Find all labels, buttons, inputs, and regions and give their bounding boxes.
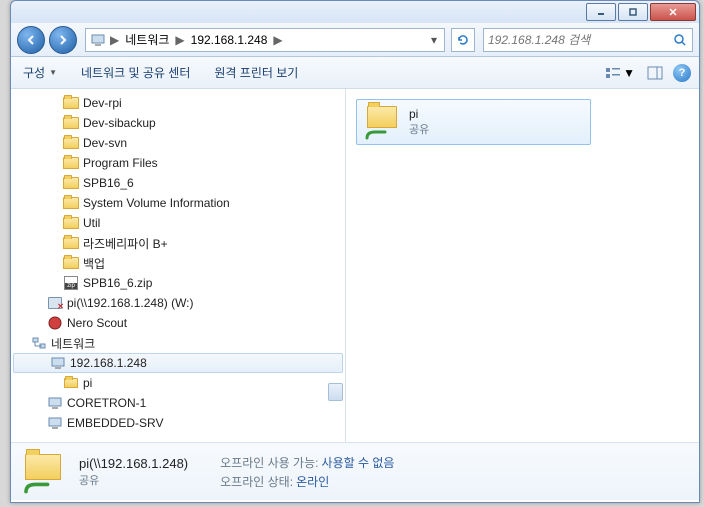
refresh-button[interactable] — [451, 28, 475, 52]
chevron-down-icon: ▼ — [49, 68, 57, 77]
folder-icon — [63, 215, 79, 231]
tree-item[interactable]: 네트워크 — [11, 333, 345, 353]
share-folder-icon — [23, 450, 67, 494]
forward-button[interactable] — [49, 26, 77, 54]
tree-item-label: Dev-svn — [83, 136, 127, 150]
network-center-label: 네트워크 및 공유 센터 — [81, 64, 190, 81]
computer-icon — [50, 355, 66, 371]
view-mode-button[interactable]: ▼ — [603, 64, 637, 82]
content-pane[interactable]: pi 공유 — [346, 89, 699, 442]
tree-item-label: Nero Scout — [67, 316, 127, 330]
close-button[interactable] — [650, 3, 696, 21]
remote-printers-button[interactable]: 원격 프린터 보기 — [210, 62, 302, 83]
tree-item[interactable]: Util — [11, 213, 345, 233]
body: Dev-rpi Dev-sibackup Dev-svn Program Files S… — [11, 89, 699, 442]
offline-state-key: 오프라인 상태: — [220, 475, 293, 489]
share-item-pi[interactable]: pi 공유 — [356, 99, 591, 145]
tree-item-label: Dev-sibackup — [83, 116, 156, 130]
tree-item[interactable]: EMBEDDED-SRV — [11, 413, 345, 433]
tree-item[interactable]: pi — [11, 373, 345, 393]
address-dropdown[interactable]: ▾ — [426, 33, 442, 47]
scrollbar-thumb[interactable] — [328, 383, 343, 401]
folder-icon — [63, 235, 79, 251]
search-box[interactable] — [483, 28, 693, 52]
tree-item[interactable]: Dev-rpi — [11, 93, 345, 113]
tree-item-label: pi — [83, 376, 92, 390]
tree-item-label: pi(\\192.168.1.248) (W:) — [67, 296, 194, 310]
preview-pane-button[interactable] — [645, 64, 665, 82]
toolbar: 구성 ▼ 네트워크 및 공유 센터 원격 프린터 보기 ▼ ? — [11, 57, 699, 89]
tree-item[interactable]: 백업 — [11, 253, 345, 273]
tree-item-label: 라즈베리파이 B+ — [83, 235, 168, 252]
tree-item-label: Program Files — [83, 156, 158, 170]
offline-avail-val: 사용할 수 없음 — [322, 456, 395, 470]
network-icon — [31, 335, 47, 351]
computer-icon — [90, 32, 106, 48]
tree-item-label: SPB16_6.zip — [83, 276, 152, 290]
folder-icon — [63, 175, 79, 191]
nav-bar: ▶ 네트워크 ▶ 192.168.1.248 ▶ ▾ — [11, 23, 699, 57]
tree-item[interactable]: SPB16_6.zip — [11, 273, 345, 293]
minimize-button[interactable] — [586, 3, 616, 21]
nero-icon — [47, 315, 63, 331]
tree-item[interactable]: 라즈베리파이 B+ — [11, 233, 345, 253]
tree-item[interactable]: pi(\\192.168.1.248) (W:) — [11, 293, 345, 313]
tree-item-label: Util — [83, 216, 100, 230]
back-button[interactable] — [17, 26, 45, 54]
tree-item-label: 백업 — [83, 255, 105, 272]
search-icon[interactable] — [672, 32, 688, 48]
breadcrumb-network[interactable]: 네트워크 — [121, 29, 173, 51]
tree-item[interactable]: Dev-sibackup — [11, 113, 345, 133]
tree-item[interactable]: System Volume Information — [11, 193, 345, 213]
folder-icon — [63, 255, 79, 271]
item-subtitle: 공유 — [409, 121, 429, 137]
tree-item-label: 네트워크 — [51, 335, 95, 352]
maximize-button[interactable] — [618, 3, 648, 21]
netdrive-disc-icon — [47, 295, 63, 311]
folder-icon — [63, 155, 79, 171]
explorer-window: ▶ 네트워크 ▶ 192.168.1.248 ▶ ▾ 구성 ▼ 네트워크 및 공유… — [10, 0, 700, 503]
search-input[interactable] — [488, 29, 672, 51]
organize-button[interactable]: 구성 ▼ — [19, 62, 61, 83]
folder-icon — [63, 115, 79, 131]
offline-avail-key: 오프라인 사용 가능: — [220, 456, 318, 470]
breadcrumb-sep: ▶ — [108, 33, 121, 47]
tree-item-label: Dev-rpi — [83, 96, 122, 110]
help-button[interactable]: ? — [673, 64, 691, 82]
tree-item[interactable]: 192.168.1.248 — [13, 353, 343, 373]
breadcrumb-sep: ▶ — [271, 33, 284, 47]
share-folder-icon — [365, 104, 401, 140]
folder-icon — [63, 95, 79, 111]
item-name: pi — [409, 107, 429, 121]
titlebar — [11, 1, 699, 23]
breadcrumb-sep: ▶ — [173, 33, 186, 47]
tree-item[interactable]: Nero Scout — [11, 313, 345, 333]
tree-item-label: CORETRON-1 — [67, 396, 146, 410]
details-pane: pi(\\192.168.1.248) 공유 오프라인 사용 가능: 사용할 수… — [11, 442, 699, 500]
tree-item-label: 192.168.1.248 — [70, 356, 147, 370]
details-subtitle: 공유 — [79, 472, 188, 488]
network-center-button[interactable]: 네트워크 및 공유 센터 — [77, 62, 194, 83]
tree-item-label: SPB16_6 — [83, 176, 134, 190]
zip-icon — [63, 275, 79, 291]
tree-item[interactable]: Dev-svn — [11, 133, 345, 153]
tree-item-label: System Volume Information — [83, 196, 230, 210]
folder-icon — [63, 195, 79, 211]
folder-icon — [63, 135, 79, 151]
address-bar[interactable]: ▶ 네트워크 ▶ 192.168.1.248 ▶ ▾ — [85, 28, 445, 52]
details-name: pi(\\192.168.1.248) — [79, 456, 188, 471]
organize-label: 구성 — [23, 64, 45, 81]
tree-item-label: EMBEDDED-SRV — [67, 416, 163, 430]
computer-icon — [47, 395, 63, 411]
tree-item[interactable]: Program Files — [11, 153, 345, 173]
breadcrumb-host[interactable]: 192.168.1.248 — [187, 29, 272, 51]
computer-icon — [47, 415, 63, 431]
chevron-down-icon: ▼ — [623, 66, 635, 80]
tree-item[interactable]: SPB16_6 — [11, 173, 345, 193]
tree-item[interactable]: CORETRON-1 — [11, 393, 345, 413]
offline-state-val: 온라인 — [296, 475, 329, 489]
remote-printers-label: 원격 프린터 보기 — [214, 64, 298, 81]
share-icon — [63, 375, 79, 391]
tree-pane[interactable]: Dev-rpi Dev-sibackup Dev-svn Program Files S… — [11, 89, 346, 442]
